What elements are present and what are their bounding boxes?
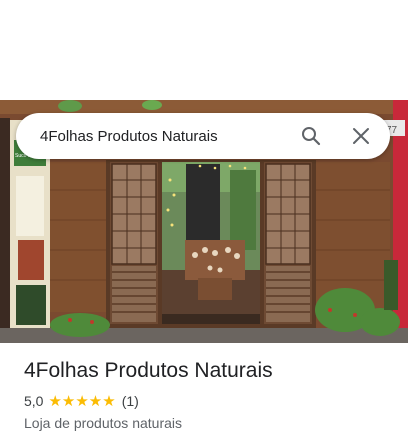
search-input[interactable]: 4Folhas Produtos Naturais	[40, 128, 296, 145]
star-rating-icon: ★★★★★	[48, 393, 116, 410]
place-name: 4Folhas Produtos Naturais	[24, 359, 273, 382]
close-button[interactable]	[346, 121, 376, 151]
search-icon	[302, 127, 321, 146]
place-info: 4Folhas Produtos Naturais 5,0 ★★★★★ (1) …	[24, 358, 396, 431]
rating-value: 5,0	[24, 393, 44, 409]
close-icon	[353, 128, 369, 144]
place-category: Loja de produtos naturais	[24, 415, 182, 431]
search-button[interactable]	[296, 121, 326, 151]
rating-row[interactable]: 5,0 ★★★★★ (1)	[24, 393, 396, 410]
search-bar[interactable]: 4Folhas Produtos Naturais	[16, 113, 390, 159]
review-count[interactable]: (1)	[122, 393, 139, 409]
